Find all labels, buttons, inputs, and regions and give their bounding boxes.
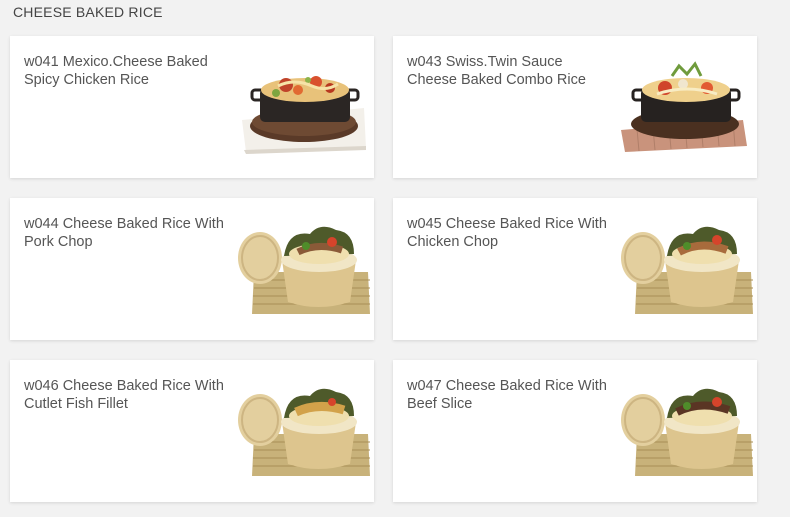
menu-item-card[interactable]: w044 Cheese Baked Rice With Pork Chop bbox=[10, 198, 374, 340]
menu-item-image[interactable] bbox=[617, 200, 757, 338]
menu-item-image[interactable] bbox=[617, 38, 757, 176]
menu-item-name: w043 Swiss.Twin Sauce Cheese Baked Combo… bbox=[407, 54, 586, 88]
menu-item-image[interactable] bbox=[234, 362, 374, 500]
menu-item-image[interactable] bbox=[617, 362, 757, 500]
section-title: CHEESE BAKED RICE bbox=[13, 4, 163, 20]
menu-item-image[interactable] bbox=[234, 38, 374, 176]
menu-item-name: w046 Cheese Baked Rice With Cutlet Fish … bbox=[24, 378, 224, 412]
menu-item-name: w041 Mexico.Cheese Baked Spicy Chicken R… bbox=[24, 54, 208, 88]
menu-item-name: w045 Cheese Baked Rice With Chicken Chop bbox=[407, 216, 607, 250]
menu-item-card[interactable]: w045 Cheese Baked Rice With Chicken Chop bbox=[393, 198, 757, 340]
menu-item-name: w044 Cheese Baked Rice With Pork Chop bbox=[24, 216, 224, 250]
menu-item-card[interactable]: w047 Cheese Baked Rice With Beef Slice bbox=[393, 360, 757, 502]
scrollbar[interactable] bbox=[776, 0, 790, 517]
menu-item-card[interactable]: w046 Cheese Baked Rice With Cutlet Fish … bbox=[10, 360, 374, 502]
menu-item-card[interactable]: w043 Swiss.Twin Sauce Cheese Baked Combo… bbox=[393, 36, 757, 178]
menu-item-card[interactable]: w041 Mexico.Cheese Baked Spicy Chicken R… bbox=[10, 36, 374, 178]
menu-item-name: w047 Cheese Baked Rice With Beef Slice bbox=[407, 378, 607, 412]
menu-item-image[interactable] bbox=[234, 200, 374, 338]
